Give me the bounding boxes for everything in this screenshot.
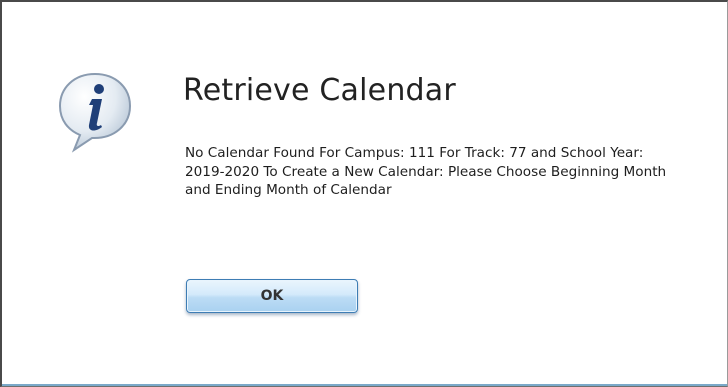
dialog-title: Retrieve Calendar: [183, 73, 456, 108]
ok-button[interactable]: OK: [186, 279, 358, 313]
retrieve-calendar-dialog: Retrieve Calendar No Calendar Found For …: [0, 0, 728, 387]
dialog-message: No Calendar Found For Campus: 111 For Tr…: [185, 145, 667, 198]
info-icon: [52, 68, 138, 154]
